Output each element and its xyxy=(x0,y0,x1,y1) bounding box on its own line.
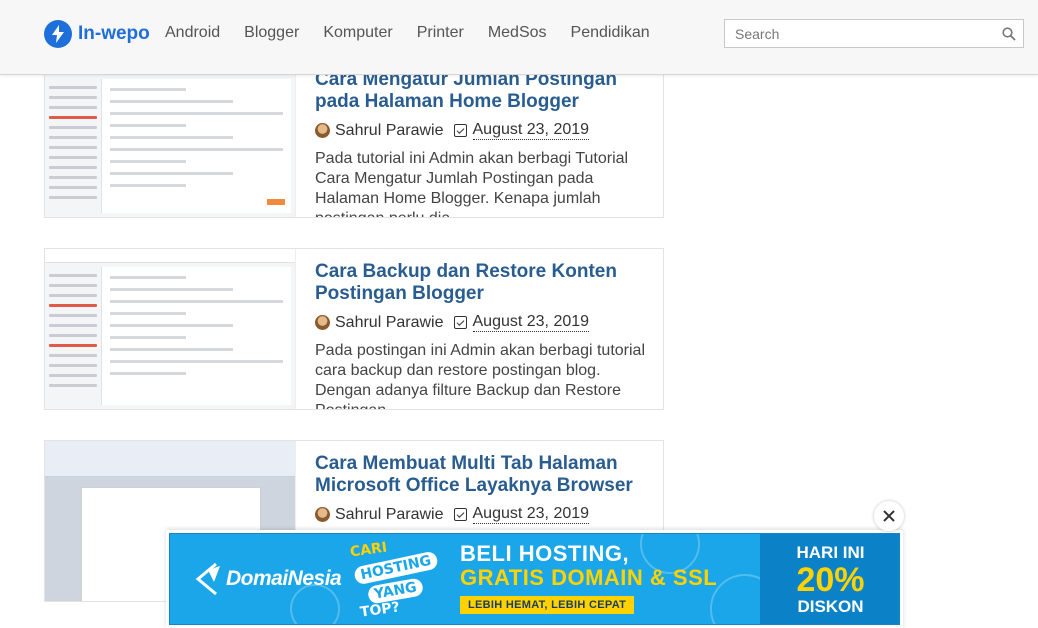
ad-banner-container: DomaiNesia CARI HOSTING YANG TOP? BELI H… xyxy=(166,530,903,628)
page: In-wepo Android Blogger Komputer Printer… xyxy=(0,0,1038,628)
nav-item-blogger[interactable]: Blogger xyxy=(244,24,299,42)
post-title[interactable]: Cara Backup dan Restore Konten Postingan… xyxy=(315,261,655,305)
post-date: August 23, 2019 xyxy=(472,313,590,332)
domainesia-logo: DomaiNesia xyxy=(194,562,342,596)
post-thumbnail[interactable] xyxy=(45,57,296,217)
post-date: August 23, 2019 xyxy=(472,505,590,524)
post-author[interactable]: Sahrul Parawie xyxy=(335,122,444,140)
site-header: In-wepo Android Blogger Komputer Printer… xyxy=(0,0,1038,75)
post-thumbnail[interactable] xyxy=(45,249,296,409)
search-input[interactable] xyxy=(725,20,995,47)
avatar-icon xyxy=(315,507,330,522)
close-icon xyxy=(883,510,895,522)
post-excerpt: Pada tutorial ini Admin akan berbagi Tut… xyxy=(315,150,629,217)
ad-subheadline: LEBIH HEMAT, LEBIH CEPAT xyxy=(460,596,635,614)
post-title[interactable]: Cara Mengatur Jumlah Postingan pada Hala… xyxy=(315,69,655,113)
nav-item-android[interactable]: Android xyxy=(165,24,220,42)
post-author[interactable]: Sahrul Parawie xyxy=(335,506,444,524)
ad-word: TOP? xyxy=(359,599,401,621)
domainesia-logo-icon xyxy=(195,562,220,596)
post-meta: Sahrul Parawie August 23, 2019 xyxy=(315,313,655,332)
site-logo-text: In-wepo xyxy=(78,23,150,44)
post-title[interactable]: Cara Membuat Multi Tab Halaman Microsoft… xyxy=(315,453,655,497)
ad-discount: HARI INI 20% DISKON xyxy=(760,534,899,624)
ad-word: CARI xyxy=(349,539,389,561)
post-card: Cara Mengatur Jumlah Postingan pada Hala… xyxy=(44,56,664,218)
ad-tagline-stack: CARI HOSTING YANG TOP? xyxy=(349,539,439,622)
ad-headline-1: BELI HOSTING, xyxy=(460,541,630,566)
ad-discount-word: DISKON xyxy=(797,597,864,616)
post-meta: Sahrul Parawie August 23, 2019 xyxy=(315,505,655,524)
ad-headline-2: GRATIS DOMAIN & SSL xyxy=(460,565,718,590)
main-nav: Android Blogger Komputer Printer MedSos … xyxy=(165,24,674,42)
bolt-icon xyxy=(44,20,72,48)
avatar-icon xyxy=(315,315,330,330)
post-date: August 23, 2019 xyxy=(472,121,590,140)
post-card: Cara Backup dan Restore Konten Postingan… xyxy=(44,248,664,410)
site-logo[interactable]: In-wepo xyxy=(44,20,150,48)
ad-banner[interactable]: DomaiNesia CARI HOSTING YANG TOP? BELI H… xyxy=(169,533,900,625)
search-box xyxy=(724,19,1024,48)
ad-close-button[interactable] xyxy=(874,501,904,531)
nav-item-medsos[interactable]: MedSos xyxy=(488,24,547,42)
calendar-check-icon xyxy=(453,316,467,329)
nav-item-pendidikan[interactable]: Pendidikan xyxy=(571,24,650,42)
ad-headline: BELI HOSTING, GRATIS DOMAIN & SSL LEBIH … xyxy=(460,542,760,614)
nav-item-komputer[interactable]: Komputer xyxy=(323,24,392,42)
calendar-check-icon xyxy=(453,124,467,137)
ad-brand: DomaiNesia xyxy=(226,567,342,590)
ad-discount-value: 20% xyxy=(796,561,865,599)
ad-discount-label: HARI INI xyxy=(796,543,865,562)
search-icon[interactable] xyxy=(995,20,1023,47)
post-excerpt: Pada postingan ini Admin akan berbagi tu… xyxy=(315,342,645,409)
post-author[interactable]: Sahrul Parawie xyxy=(335,314,444,332)
calendar-check-icon xyxy=(453,508,467,521)
avatar-icon xyxy=(315,123,330,138)
post-meta: Sahrul Parawie August 23, 2019 xyxy=(315,121,655,140)
nav-item-printer[interactable]: Printer xyxy=(417,24,464,42)
